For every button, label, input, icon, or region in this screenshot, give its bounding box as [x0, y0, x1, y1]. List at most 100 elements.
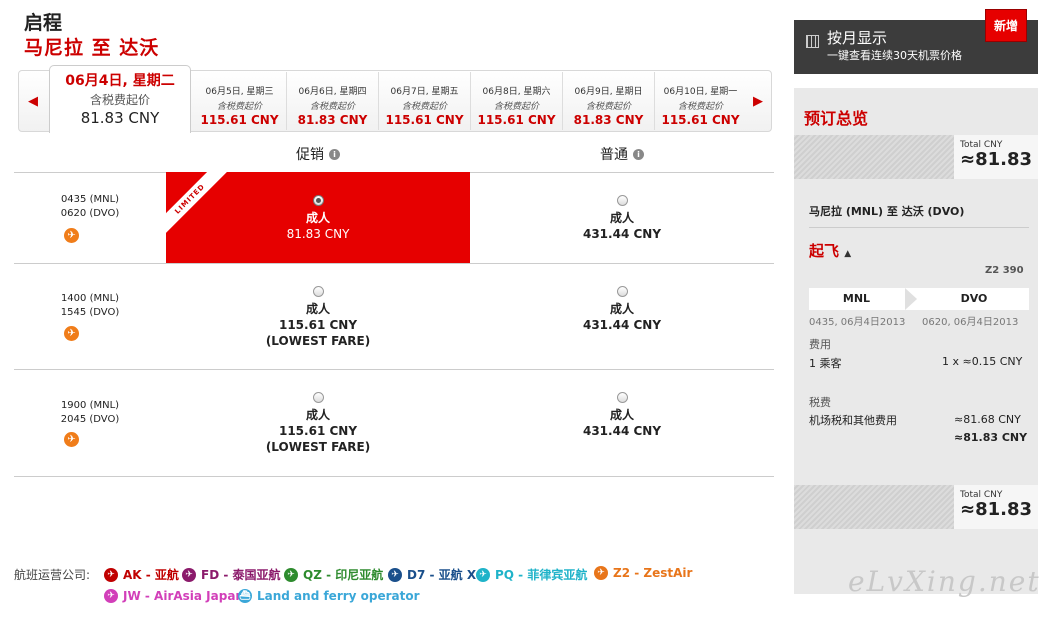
fare-radio[interactable]	[616, 286, 628, 297]
date-tab-date: 06月4日, 星期二	[65, 73, 175, 89]
row-divider	[14, 476, 774, 477]
promo-fare-option[interactable]: 成人 115.61 CNY (LOWEST FARE)	[166, 391, 470, 455]
date-tab-date: 06月5日, 星期三	[205, 87, 274, 97]
flight-times: 0435 (MNL) 0620 (DVO)	[50, 193, 130, 221]
departure-time: 1900 (MNL)	[60, 400, 120, 411]
tax-total: ≈81.83 CNY	[954, 431, 1028, 444]
promo-fare-option[interactable]: 成人 115.61 CNY (LOWEST FARE)	[166, 285, 470, 349]
flight-details-icon[interactable]: ✈	[64, 228, 79, 243]
date-tab[interactable]: 06月7日, 星期五 含税费起价 115.61 CNY	[378, 72, 470, 130]
date-tab-date: 06月8日, 星期六	[482, 87, 551, 97]
regular-fare-option[interactable]: 成人 431.44 CNY	[470, 194, 774, 242]
departure-label: 起飞	[809, 242, 840, 260]
passenger-type: 成人	[609, 302, 634, 316]
route-title: 马尼拉 至 达沃	[24, 37, 160, 59]
fare-radio[interactable]	[616, 195, 628, 206]
airline-ak: ✈ AK - 亚航	[104, 566, 179, 583]
regular-column-header: 普通 i	[600, 144, 644, 164]
airline-name: QZ - 印尼亚航	[303, 568, 384, 582]
flight-times: 1900 (MNL) 2045 (DVO)	[50, 399, 130, 427]
date-tab-price: 81.83 CNY	[80, 109, 160, 127]
date-tab-sub: 含税费起价	[585, 102, 631, 112]
info-icon[interactable]: i	[633, 148, 644, 160]
date-tab-date: 06月9日, 星期日	[574, 87, 643, 97]
fare-radio[interactable]	[312, 195, 324, 206]
promo-fare-option[interactable]: 成人 81.83 CNY	[166, 194, 470, 242]
fare-radio[interactable]	[616, 392, 628, 403]
date-tab-price: 81.83 CNY	[573, 113, 644, 127]
fare-price: 431.44 CNY	[582, 424, 662, 438]
departure-time: 0435 (MNL)	[60, 194, 120, 205]
date-tab[interactable]: 06月10日, 星期一 含税费起价 115.61 CNY	[654, 72, 746, 130]
total-value: ≈81.83	[960, 499, 1033, 520]
fare-price: 115.61 CNY	[278, 424, 358, 438]
ferry-icon: ⛴	[238, 589, 252, 603]
departure-section-toggle[interactable]: 起飞 ▲	[809, 240, 851, 261]
total-bar-bottom: Total CNY ≈81.83	[794, 485, 1038, 529]
airline-pq: ✈ PQ - 菲律宾亚航	[476, 566, 587, 583]
passenger-type: 成人	[305, 408, 330, 422]
date-tab-sub: 含税费起价	[309, 102, 355, 112]
airline-z2: ✈ Z2 - ZestAir	[594, 566, 692, 580]
segment-bar: MNL DVO	[809, 288, 1029, 310]
fare-price: 431.44 CNY	[582, 227, 662, 241]
flight-details-icon[interactable]: ✈	[64, 326, 79, 341]
flight-details-icon[interactable]: ✈	[64, 432, 79, 447]
summary-title: 预订总览	[804, 109, 869, 128]
next-date-arrow-icon[interactable]: ▶	[744, 72, 772, 130]
total-bar-top: Total CNY ≈81.83	[794, 135, 1038, 179]
regular-column-label: 普通	[600, 147, 628, 163]
plane-icon: ✈	[476, 567, 490, 582]
plane-icon: ✈	[594, 566, 608, 580]
passenger-type: 成人	[609, 408, 634, 422]
flight-number: Z2 390	[985, 265, 1024, 276]
tax-label: 税费	[809, 396, 831, 409]
date-tab[interactable]: 06月6日, 星期四 含税费起价 81.83 CNY	[286, 72, 378, 130]
fare-note: (LOWEST FARE)	[265, 334, 371, 348]
date-tab-date: 06月10日, 星期一	[663, 87, 738, 97]
date-tab-date: 06月6日, 星期四	[298, 87, 367, 97]
date-tab[interactable]: 06月9日, 星期日 含税费起价 81.83 CNY	[562, 72, 654, 130]
fare-radio[interactable]	[312, 286, 324, 297]
tax-description: 机场税和其他费用	[809, 414, 897, 427]
date-tab-sub: 含税费起价	[89, 93, 150, 107]
arrival-time: 2045 (DVO)	[60, 414, 120, 425]
total-box: Total CNY ≈81.83	[954, 135, 1038, 179]
airline-name: D7 - 亚航 X	[407, 568, 477, 582]
fare-price: 81.83 CNY	[286, 227, 350, 241]
arrival-time: 1545 (DVO)	[60, 307, 120, 318]
arrival-time: 0620 (DVO)	[60, 208, 120, 219]
segment-destination: DVO	[960, 292, 988, 305]
monthly-view-subtitle: 一键查看连续30天机票价格	[827, 49, 962, 62]
plane-icon: ✈	[104, 567, 118, 582]
date-tab-price: 81.83 CNY	[297, 113, 368, 127]
fare-price: 115.61 CNY	[278, 318, 358, 332]
prev-date-arrow-icon[interactable]: ◀	[19, 72, 47, 130]
info-icon[interactable]: i	[329, 148, 340, 160]
date-tab-sub: 含税费起价	[401, 102, 447, 112]
date-tab[interactable]: 06月8日, 星期六 含税费起价 115.61 CNY	[470, 72, 562, 130]
plane-icon: ✈	[104, 589, 118, 603]
total-value: ≈81.83	[960, 149, 1033, 170]
date-tab-active[interactable]: 06月4日, 星期二 含税费起价 81.83 CNY	[49, 65, 191, 133]
airlines-label: 航班运营公司:	[14, 568, 91, 582]
fare-label: 费用	[809, 338, 831, 351]
regular-fare-option[interactable]: 成人 431.44 CNY	[470, 391, 774, 439]
airline-fd: ✈ FD - 泰国亚航	[182, 566, 281, 583]
regular-fare-option[interactable]: 成人 431.44 CNY	[470, 285, 774, 333]
airline-name: FD - 泰国亚航	[201, 568, 281, 582]
date-tab[interactable]: 06月5日, 星期三 含税费起价 115.61 CNY	[193, 72, 286, 130]
row-divider	[14, 369, 774, 370]
airline-name: Land and ferry operator	[257, 589, 420, 603]
segment-origin: MNL	[842, 292, 871, 305]
airline-land-ferry: ⛴ Land and ferry operator	[238, 589, 420, 603]
fare-radio[interactable]	[312, 392, 324, 403]
watermark: eLvXing.net	[848, 565, 1041, 598]
date-tab-sub: 含税费起价	[677, 102, 723, 112]
date-tab-date: 06月7日, 星期五	[390, 87, 459, 97]
airline-name: JW - AirAsia Japan	[123, 589, 244, 603]
airline-d7: ✈ D7 - 亚航 X	[388, 566, 476, 583]
promo-column-label: 促销	[296, 147, 324, 163]
passenger-count: 1 乘客	[809, 357, 842, 370]
passenger-type: 成人	[305, 211, 330, 225]
